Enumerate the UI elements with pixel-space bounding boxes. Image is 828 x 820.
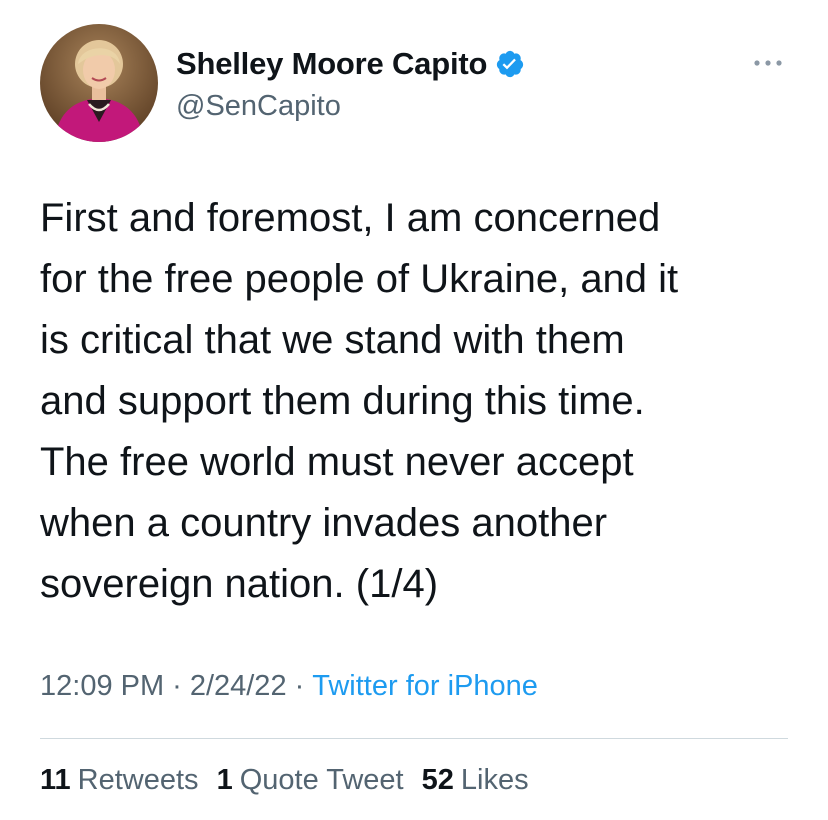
tweet-meta: 12:09 PM · 2/24/22 · Twitter for iPhone: [40, 664, 538, 708]
more-dots-icon: [754, 60, 782, 66]
quote-tweets-stat[interactable]: 1 Quote Tweet: [217, 764, 404, 797]
author-name-row: Shelley Moore Capito: [176, 44, 525, 84]
likes-label: Likes: [460, 763, 529, 796]
avatar[interactable]: [40, 24, 158, 142]
verified-badge-icon: [495, 49, 525, 79]
tweet-source-link[interactable]: Twitter for iPhone: [312, 670, 538, 703]
quote-tweets-count: 1: [216, 763, 233, 796]
tweet-text: First and foremost, I am concerned for t…: [40, 196, 679, 606]
likes-stat[interactable]: 52 Likes: [422, 764, 529, 797]
divider: [40, 738, 788, 739]
meta-separator: ·: [294, 669, 305, 702]
tweet-date[interactable]: 2/24/22: [190, 670, 287, 703]
tweet-card: Shelley Moore Capito @SenCapito First an…: [0, 0, 828, 820]
retweets-stat[interactable]: 11 Retweets: [40, 764, 199, 797]
quote-tweets-label: Quote Tweet: [239, 763, 404, 796]
more-options-button[interactable]: [748, 48, 788, 78]
meta-separator: ·: [172, 669, 182, 702]
retweets-count: 11: [40, 763, 71, 796]
tweet-stats: 11 Retweets 1 Quote Tweet 52 Likes: [40, 760, 547, 800]
avatar-image: [40, 24, 158, 142]
tweet-time[interactable]: 12:09 PM: [40, 670, 164, 703]
author-handle[interactable]: @SenCapito: [176, 88, 341, 124]
author-display-name[interactable]: Shelley Moore Capito: [176, 44, 487, 84]
retweets-label: Retweets: [77, 763, 199, 796]
likes-count: 52: [421, 763, 454, 796]
